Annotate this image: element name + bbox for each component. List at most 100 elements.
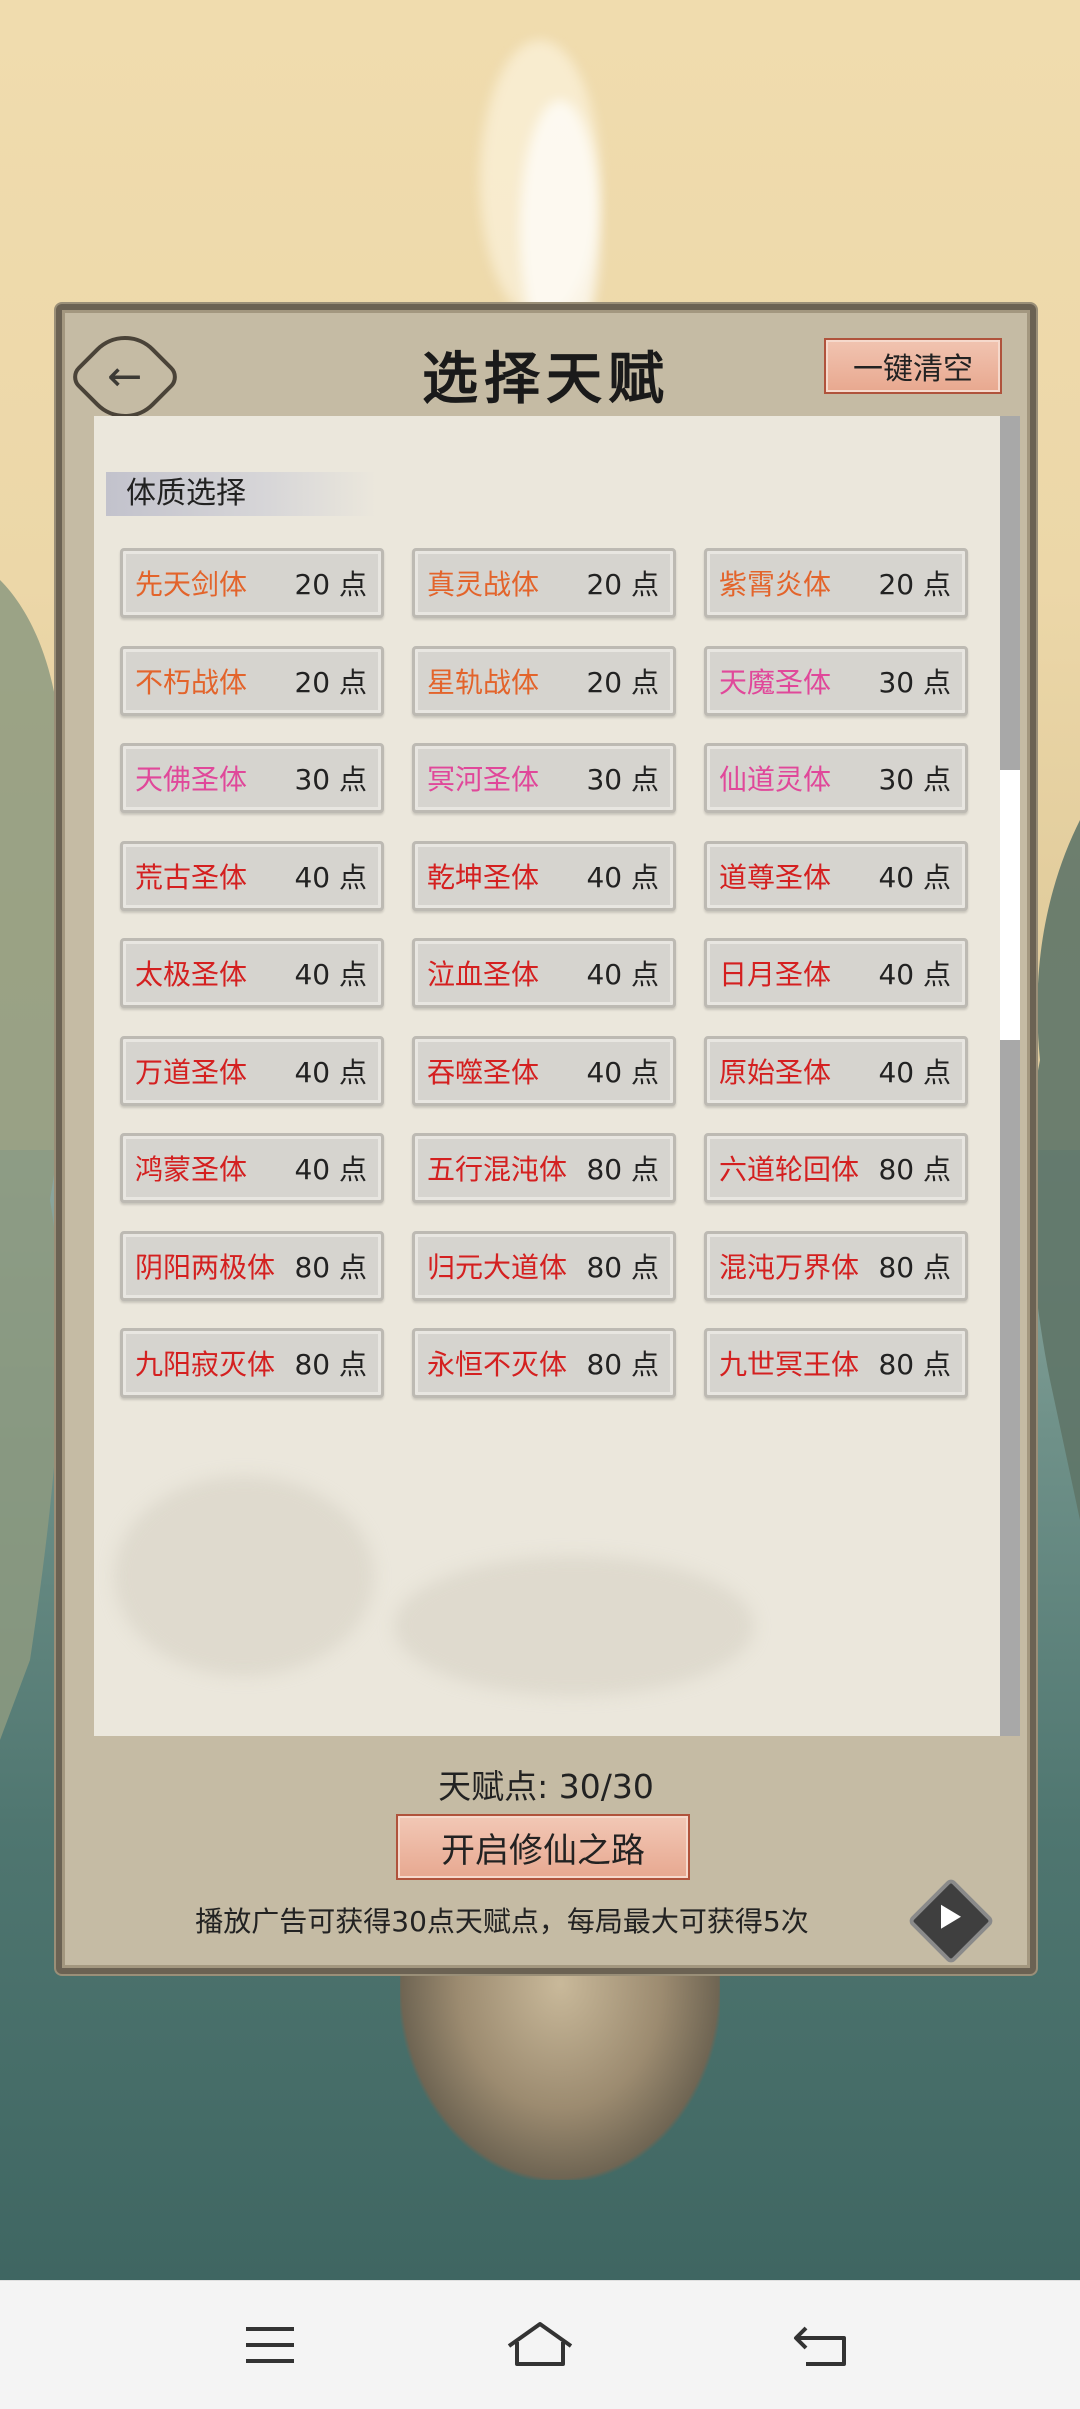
talent-option[interactable]: 冥河圣体 30 点 — [412, 743, 676, 813]
talent-option[interactable]: 九世冥王体 80 点 — [704, 1328, 968, 1398]
talent-name: 先天剑体 — [135, 568, 248, 601]
talent-points: 天赋点: 30/30 — [438, 1767, 654, 1806]
play-ad-button[interactable] — [907, 1877, 995, 1965]
talent-cost: 20 点 — [878, 568, 951, 601]
talent-name: 星轨战体 — [427, 666, 540, 699]
talent-name: 冥河圣体 — [427, 763, 540, 796]
talent-name: 九世冥王体 — [719, 1348, 860, 1381]
talent-name: 道尊圣体 — [719, 861, 832, 894]
talent-option[interactable]: 天佛圣体 30 点 — [120, 743, 384, 813]
talent-list[interactable]: 体质选择 先天剑体 20 点真灵战体 20 点紫霄炎体 20 点不朽战体 20 点星轨战… — [94, 416, 1000, 1736]
ad-note: 播放广告可获得30点天赋点，每局最大可获得5次 — [195, 1905, 809, 1938]
talent-name: 真灵战体 — [427, 568, 540, 601]
talent-name: 五行混沌体 — [427, 1153, 568, 1186]
talent-name: 天魔圣体 — [719, 666, 832, 699]
talent-option[interactable]: 道尊圣体 40 点 — [704, 841, 968, 911]
talent-option[interactable]: 混沌万界体 80 点 — [704, 1231, 968, 1301]
talent-cost: 40 点 — [586, 861, 659, 894]
talent-name: 荒古圣体 — [135, 861, 248, 894]
talent-cost: 80 点 — [294, 1348, 367, 1381]
talent-option[interactable]: 六道轮回体 80 点 — [704, 1133, 968, 1203]
scrollbar-track[interactable] — [1000, 416, 1020, 1736]
talent-option[interactable]: 吞噬圣体 40 点 — [412, 1036, 676, 1106]
talent-name: 永恒不灭体 — [427, 1348, 568, 1381]
talent-name: 吞噬圣体 — [427, 1056, 540, 1089]
talent-cost: 20 点 — [294, 568, 367, 601]
talent-option[interactable]: 鸿蒙圣体 40 点 — [120, 1133, 384, 1203]
talent-name: 归元大道体 — [427, 1251, 568, 1284]
start-button[interactable]: 开启修仙之路 — [396, 1814, 690, 1880]
home-icon — [507, 2322, 573, 2366]
talent-cost: 40 点 — [294, 1056, 367, 1089]
talent-cost: 30 点 — [878, 666, 951, 699]
home-button[interactable] — [500, 2307, 580, 2383]
talent-name: 九阳寂灭体 — [135, 1348, 276, 1381]
talent-name: 仙道灵体 — [719, 763, 832, 796]
talent-option[interactable]: 星轨战体 20 点 — [412, 646, 676, 716]
talent-option[interactable]: 永恒不灭体 80 点 — [412, 1328, 676, 1398]
play-icon — [941, 1904, 961, 1929]
talent-cost: 80 点 — [586, 1153, 659, 1186]
talent-cost: 40 点 — [586, 1056, 659, 1089]
talent-name: 鸿蒙圣体 — [135, 1153, 248, 1186]
talent-option[interactable]: 日月圣体 40 点 — [704, 938, 968, 1008]
talent-option[interactable]: 原始圣体 40 点 — [704, 1036, 968, 1106]
talent-cost: 80 点 — [586, 1348, 659, 1381]
talent-cost: 80 点 — [878, 1153, 951, 1186]
talent-cost: 40 点 — [294, 1153, 367, 1186]
talent-cost: 30 点 — [294, 763, 367, 796]
return-button[interactable] — [782, 2307, 862, 2383]
talent-option[interactable]: 仙道灵体 30 点 — [704, 743, 968, 813]
talent-name: 原始圣体 — [719, 1056, 832, 1089]
talent-option[interactable]: 九阳寂灭体 80 点 — [120, 1328, 384, 1398]
talent-option[interactable]: 太极圣体 40 点 — [120, 938, 384, 1008]
talent-option[interactable]: 泣血圣体 40 点 — [412, 938, 676, 1008]
talent-cost: 40 点 — [294, 958, 367, 991]
talent-cost: 30 点 — [878, 763, 951, 796]
ink-decoration — [114, 1476, 374, 1676]
talent-cost: 20 点 — [586, 666, 659, 699]
talent-option[interactable]: 五行混沌体 80 点 — [412, 1133, 676, 1203]
clear-all-button[interactable]: 一键清空 — [824, 338, 1002, 394]
talent-option[interactable]: 真灵战体 20 点 — [412, 548, 676, 618]
return-icon — [794, 2326, 846, 2366]
ink-decoration — [394, 1556, 754, 1696]
talent-option[interactable]: 紫霄炎体 20 点 — [704, 548, 968, 618]
talent-name: 六道轮回体 — [719, 1153, 860, 1186]
talent-cost: 20 点 — [586, 568, 659, 601]
talent-panel: ← 选择天赋 一键清空 体质选择 先天剑体 20 点真灵战体 20 点紫霄炎体 20 … — [56, 304, 1036, 1974]
talent-cost: 40 点 — [878, 1056, 951, 1089]
talent-cost: 80 点 — [586, 1251, 659, 1284]
talent-option[interactable]: 归元大道体 80 点 — [412, 1231, 676, 1301]
talent-option[interactable]: 先天剑体 20 点 — [120, 548, 384, 618]
talent-name: 不朽战体 — [135, 666, 248, 699]
talent-option[interactable]: 阴阳两极体 80 点 — [120, 1231, 384, 1301]
menu-icon — [246, 2327, 294, 2363]
talent-name: 天佛圣体 — [135, 763, 248, 796]
scrollbar-thumb[interactable] — [1000, 770, 1020, 1040]
talent-cost: 40 点 — [878, 958, 951, 991]
talent-option[interactable]: 乾坤圣体 40 点 — [412, 841, 676, 911]
talent-name: 万道圣体 — [135, 1056, 248, 1089]
talent-name: 乾坤圣体 — [427, 861, 540, 894]
talent-cost: 40 点 — [294, 861, 367, 894]
talent-option[interactable]: 天魔圣体 30 点 — [704, 646, 968, 716]
talent-cost: 20 点 — [294, 666, 367, 699]
talent-cost: 40 点 — [586, 958, 659, 991]
system-nav-bar — [0, 2280, 1080, 2409]
talent-option[interactable]: 万道圣体 40 点 — [120, 1036, 384, 1106]
section-header: 体质选择 — [106, 472, 376, 516]
talent-name: 紫霄炎体 — [719, 568, 832, 601]
talent-name: 日月圣体 — [719, 958, 832, 991]
talent-name: 太极圣体 — [135, 958, 248, 991]
talent-option[interactable]: 荒古圣体 40 点 — [120, 841, 384, 911]
talent-name: 泣血圣体 — [427, 958, 540, 991]
talent-option[interactable]: 不朽战体 20 点 — [120, 646, 384, 716]
talent-name: 混沌万界体 — [719, 1251, 860, 1284]
talent-cost: 80 点 — [878, 1348, 951, 1381]
talent-cost: 80 点 — [294, 1251, 367, 1284]
talent-cost: 80 点 — [878, 1251, 951, 1284]
talent-cost: 40 点 — [878, 861, 951, 894]
talent-name: 阴阳两极体 — [135, 1251, 276, 1284]
menu-button[interactable] — [230, 2307, 310, 2383]
